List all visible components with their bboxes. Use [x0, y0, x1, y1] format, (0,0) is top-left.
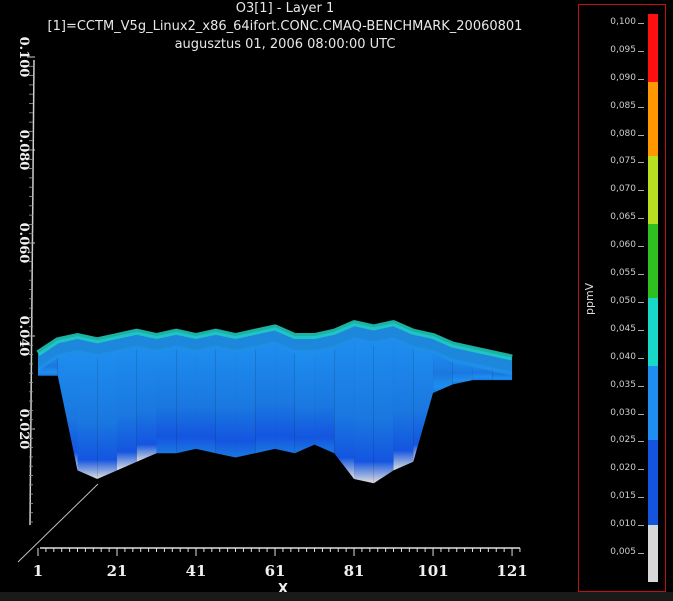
legend-tick-mark [638, 553, 644, 554]
legend-tick-label: 0,095 [610, 44, 636, 55]
legend-tick-label: 0,050 [610, 295, 636, 306]
y-tick-label: 0.080 [16, 130, 31, 171]
surface-curtain-segment [373, 337, 394, 484]
surface-curtain-segment [413, 345, 434, 462]
legend-tick-label: 0,035 [610, 379, 636, 390]
plot-area[interactable]: 0.0200.0400.0600.0800.1001 21 41 61 81 101 121… [0, 0, 575, 601]
legend-tick-label: 0,100 [610, 17, 636, 27]
y-tick-label: 0.100 [16, 37, 31, 78]
legend-tick-label: 0,045 [610, 323, 636, 334]
y-tick-label: 0.040 [16, 316, 31, 357]
legend-tick-label: 0,015 [610, 491, 636, 502]
x-tick-label: 1 [33, 562, 43, 580]
legend-color-swatch [648, 525, 658, 582]
surface-curtain-segment [255, 341, 276, 454]
x-tick-label: 21 [107, 562, 128, 580]
surface-curtain-segment [97, 350, 118, 479]
legend-tick-mark [638, 78, 644, 80]
surface-curtain-segment [334, 337, 355, 479]
legend-color-swatch [648, 298, 658, 367]
surface-curtain-segment [196, 345, 216, 454]
legend-tick-label: 0,020 [610, 463, 636, 474]
legend-tick-label: 0,085 [610, 100, 636, 111]
legend-tick-mark [638, 218, 644, 220]
legend-color-swatch [648, 14, 658, 83]
surface-curtain-segment [57, 350, 78, 471]
x-tick-label: 121 [496, 562, 527, 580]
legend-color-swatch [648, 440, 658, 526]
legend-tick-label: 0,065 [610, 212, 636, 223]
surface-curtain-segment [393, 337, 414, 471]
surface-curtain-segment [235, 345, 256, 458]
legend-tick-mark [638, 246, 644, 248]
surface-curtain-segment [136, 345, 157, 462]
legend-tick-mark [638, 301, 644, 303]
surface-curtain-segment [294, 350, 315, 454]
legend-tick-label: 0,080 [610, 128, 636, 139]
x-tick-label: 81 [344, 562, 365, 580]
legend-tick-mark [638, 525, 644, 527]
legend-tick-label: 0,090 [610, 72, 636, 83]
surface-curtain-segment [314, 345, 335, 454]
legend-tick-mark [638, 162, 644, 164]
surface-curtain-segment [275, 341, 295, 454]
legend-tick-label: 0,040 [610, 351, 636, 362]
legend-tick-mark [638, 106, 644, 108]
legend-tick-mark [638, 413, 644, 415]
surface-curtain-segment [117, 345, 137, 471]
legend-tick-label: 0,005 [610, 547, 636, 557]
legend-tick-label: 0,025 [610, 435, 636, 446]
legend-color-swatch [648, 366, 658, 440]
legend-tick-mark [638, 190, 644, 192]
surface-curtain-segment [176, 345, 197, 454]
legend-tick-mark [638, 134, 644, 136]
legend-tick-mark [638, 497, 644, 499]
legend-tick-mark [638, 385, 644, 387]
legend-tick-label: 0,055 [610, 268, 636, 279]
legend-color-swatch [648, 82, 658, 156]
legend-tick-label: 0,075 [610, 156, 636, 167]
legend-tick-mark [638, 274, 644, 276]
legend-tick-mark [638, 469, 644, 471]
status-strip [0, 592, 673, 601]
legend-color-swatch [648, 156, 658, 225]
surface-curtain-segment [354, 337, 374, 484]
legend-tick-mark [638, 329, 644, 331]
surface-curtain-segment [215, 345, 236, 458]
y-tick-label: 0.020 [16, 409, 31, 450]
legend-tick-label: 0,060 [610, 240, 636, 251]
surface-curtain-segment [77, 350, 98, 479]
legend-tick-label: 0,030 [610, 407, 636, 418]
legend-tick-mark [638, 50, 644, 52]
x-tick-label: 61 [265, 562, 286, 580]
legend-tick-mark [638, 23, 644, 24]
legend-color-swatch [648, 224, 658, 298]
x-tick-label: 41 [186, 562, 207, 580]
legend-tick-label: 0,010 [610, 519, 636, 530]
legend-tick-mark [638, 357, 644, 359]
x-tick-label: 101 [417, 562, 448, 580]
y-tick-label: 0.060 [16, 223, 31, 264]
surface-curtain-segment [156, 345, 177, 454]
legend-tick-label: 0,070 [610, 184, 636, 195]
legend-tick-mark [638, 441, 644, 443]
